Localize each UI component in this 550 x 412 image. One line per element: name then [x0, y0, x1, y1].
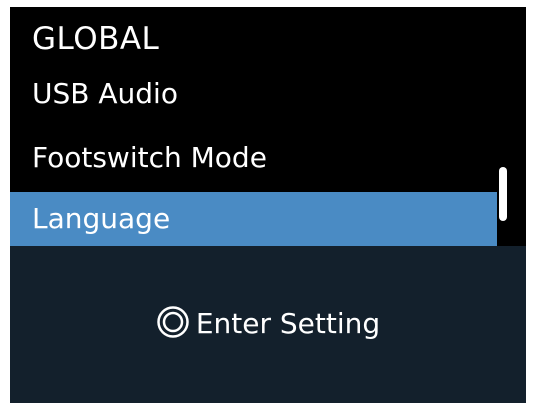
menu-item-footswitch-mode[interactable]: Footswitch Mode: [10, 131, 497, 185]
enter-setting-hint: Enter Setting: [10, 298, 526, 349]
menu-item-usb-audio[interactable]: USB Audio: [10, 67, 497, 121]
menu-item-language[interactable]: Language: [10, 192, 497, 246]
scrollbar-thumb[interactable]: [499, 167, 507, 221]
device-screen: GLOBAL USB Audio Footswitch Mode Languag…: [10, 7, 526, 403]
enter-setting-label: Enter Setting: [195, 307, 381, 340]
menu-title: GLOBAL: [32, 21, 160, 57]
footer-bar: Enter Setting: [10, 246, 526, 403]
knob-icon: [156, 305, 190, 339]
